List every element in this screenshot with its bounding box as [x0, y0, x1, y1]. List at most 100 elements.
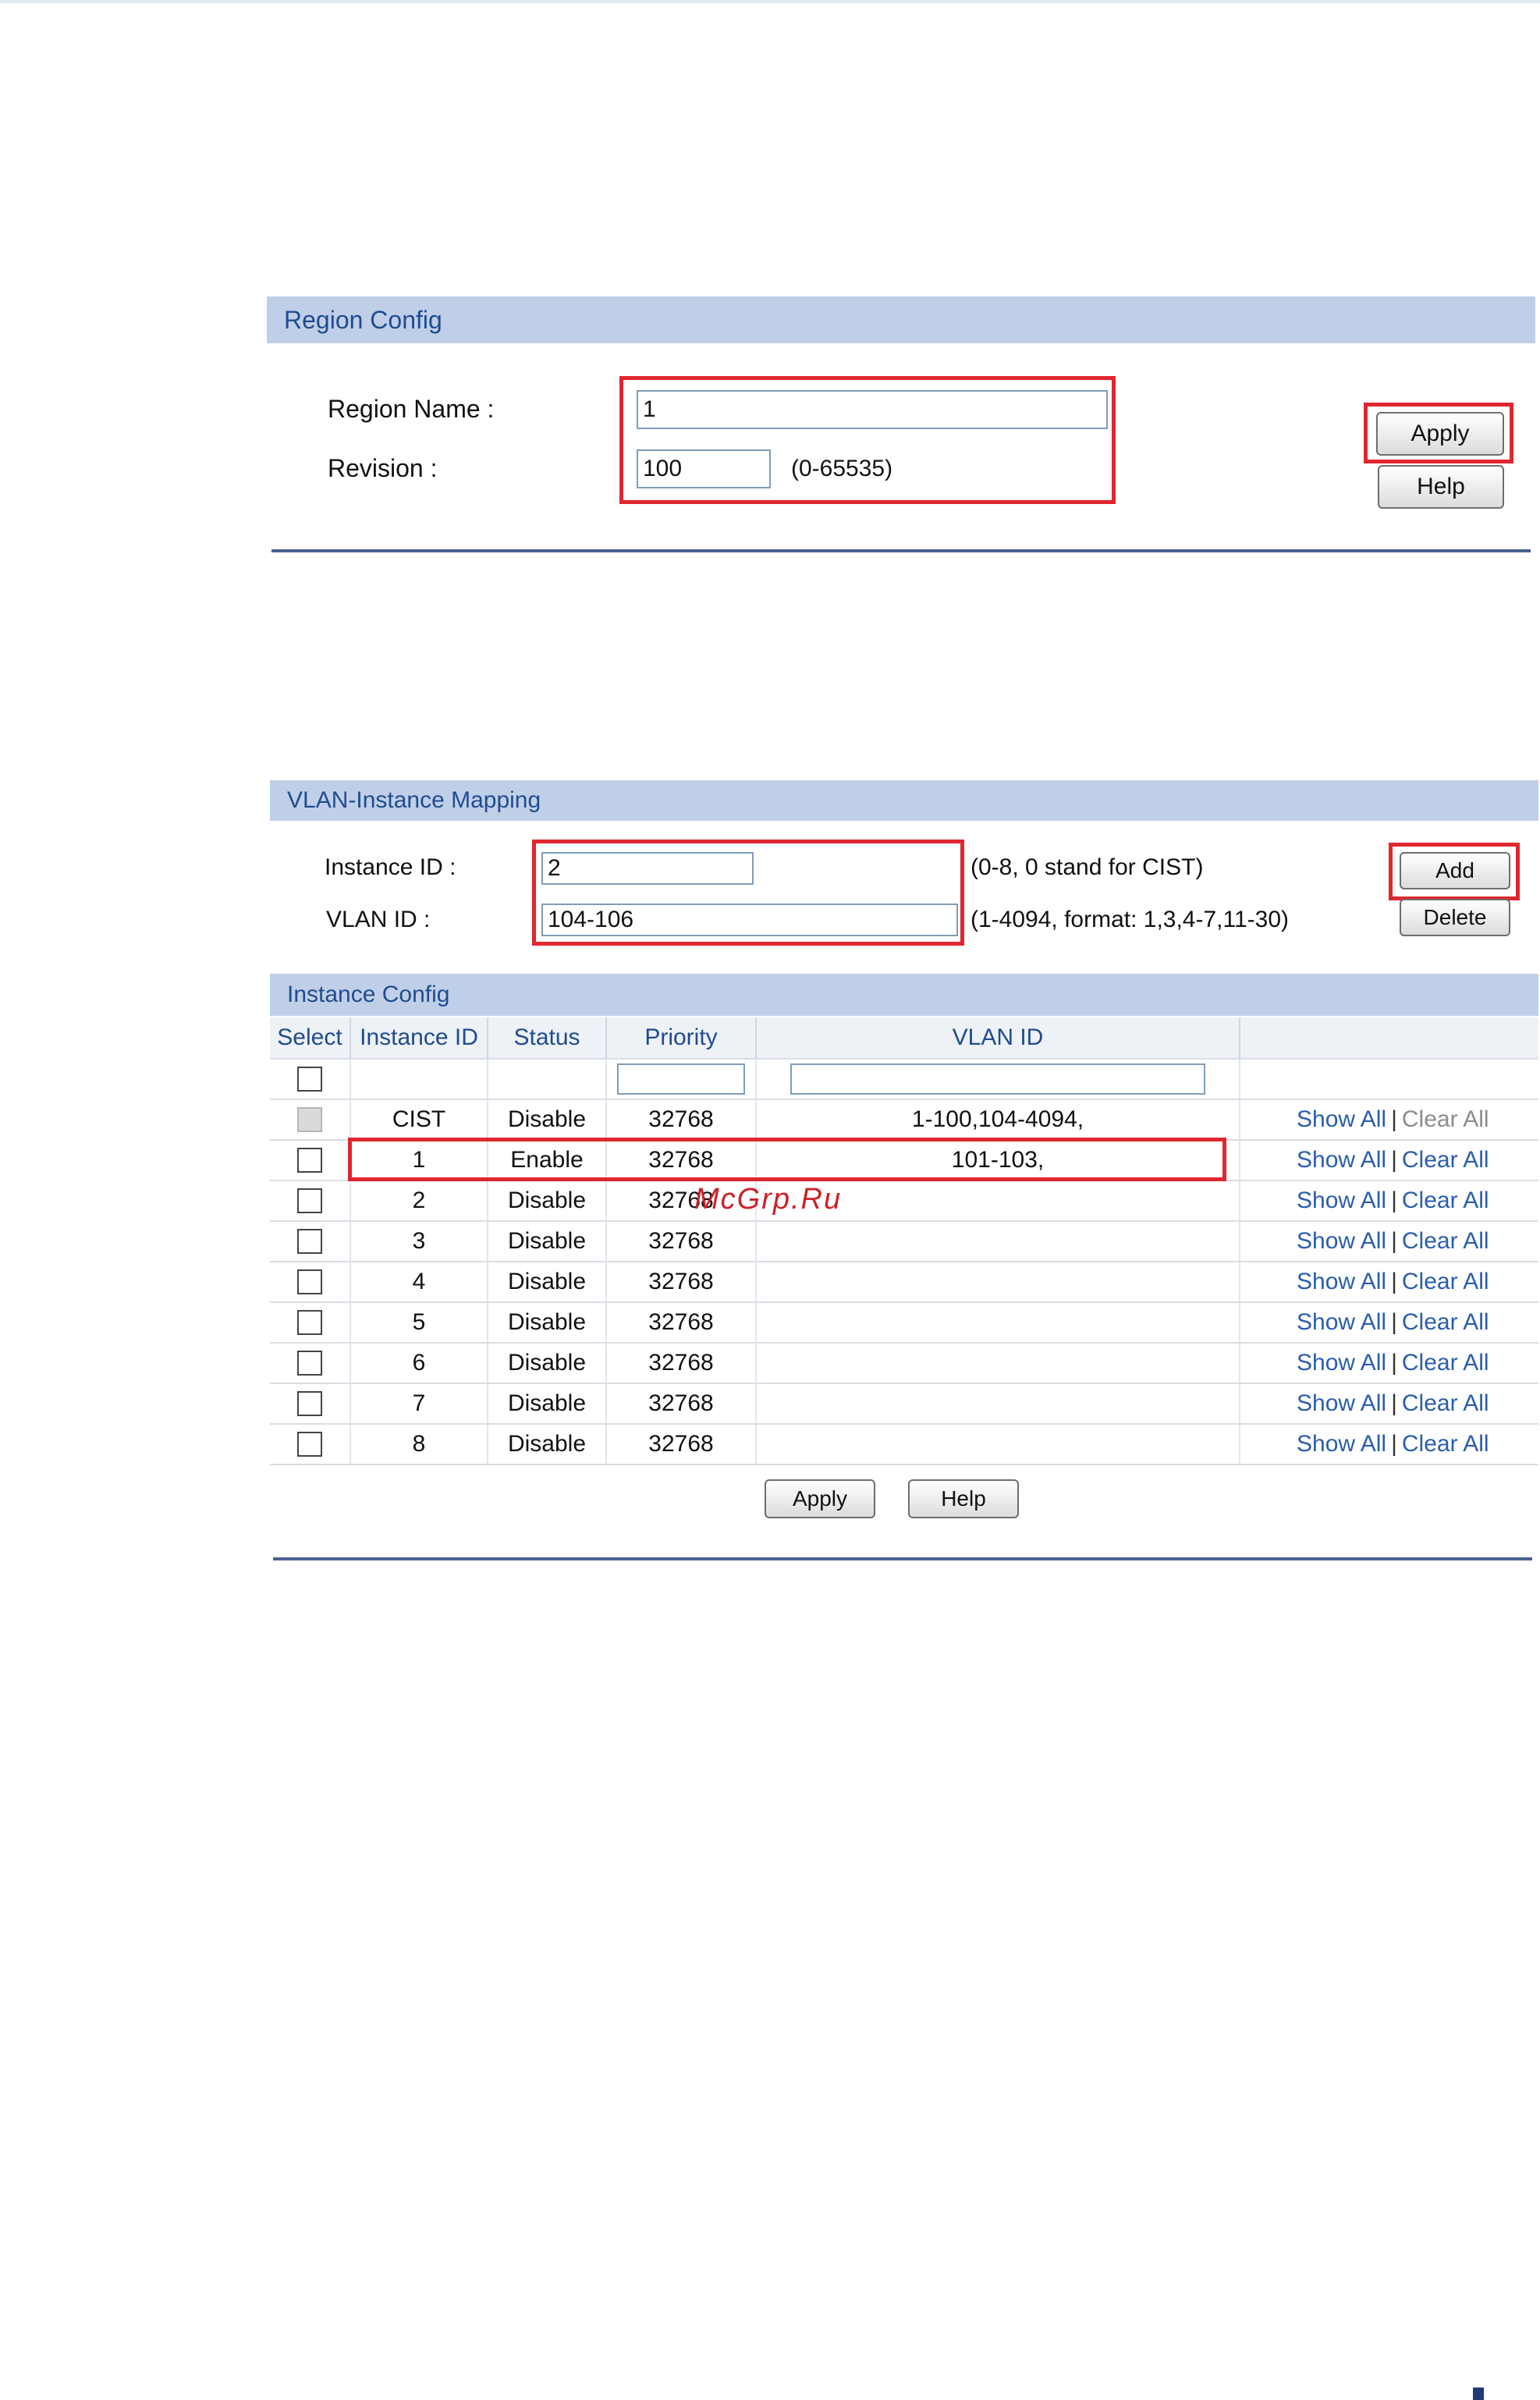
row-select-checkbox[interactable] [297, 1148, 322, 1173]
priority-cell: 32768 [607, 1100, 757, 1139]
delete-button[interactable]: Delete [1400, 899, 1510, 936]
priority-filter-input[interactable] [617, 1063, 745, 1095]
instance-id-cell: 4 [351, 1262, 488, 1301]
actions-cell: Show All | Clear All [1240, 1100, 1538, 1139]
select-cell [270, 1181, 351, 1220]
instance-id-cell: CIST [351, 1100, 488, 1139]
table-row: 2 Disable 32768 Show All | Clear All [270, 1181, 1538, 1222]
select-cell [270, 1222, 351, 1261]
vlan-id-hint: (1-4094, format: 1,3,4-7,11-30) [970, 907, 1289, 932]
actions-cell: Show All | Clear All [1240, 1425, 1538, 1464]
revision-input[interactable] [637, 449, 771, 488]
clear-all-link[interactable]: Clear All [1402, 1390, 1489, 1417]
table-row: 5 Disable 32768 Show All | Clear All [270, 1303, 1538, 1344]
link-separator: | [1391, 1188, 1397, 1213]
vlan-filter-input[interactable] [790, 1063, 1205, 1095]
show-all-link[interactable]: Show All [1297, 1269, 1386, 1295]
show-all-link[interactable]: Show All [1297, 1106, 1386, 1133]
show-all-link[interactable]: Show All [1297, 1431, 1386, 1457]
priority-cell: 32768 [607, 1384, 757, 1423]
row-select-checkbox [297, 1107, 322, 1132]
row-select-checkbox[interactable] [297, 1310, 322, 1335]
region-name-input[interactable] [637, 390, 1108, 429]
link-separator: | [1391, 1309, 1397, 1335]
link-separator: | [1391, 1390, 1397, 1416]
col-header-instance-id: Instance ID [351, 1017, 488, 1058]
select-cell [270, 1425, 351, 1464]
row-select-checkbox[interactable] [297, 1188, 322, 1213]
instance-help-button[interactable]: Help [908, 1479, 1019, 1518]
instance-config-title: Instance Config [287, 982, 450, 1007]
table-row: 3 Disable 32768 Show All | Clear All [270, 1222, 1538, 1262]
status-cell: Disable [488, 1222, 607, 1261]
row-select-checkbox[interactable] [297, 1432, 322, 1457]
link-separator: | [1391, 1431, 1397, 1457]
show-all-link[interactable]: Show All [1297, 1147, 1386, 1173]
table-row: 1 Enable 32768 101-103, Show All | Clear All [270, 1141, 1538, 1181]
clear-all-link[interactable]: Clear All [1402, 1350, 1489, 1376]
instance-apply-button[interactable]: Apply [765, 1479, 875, 1518]
row-select-checkbox[interactable] [297, 1229, 322, 1254]
select-cell [270, 1262, 351, 1301]
link-separator: | [1391, 1228, 1397, 1254]
table-row: 6 Disable 32768 Show All | Clear All [270, 1344, 1538, 1384]
show-all-link[interactable]: Show All [1297, 1390, 1386, 1417]
select-cell [270, 1141, 351, 1180]
instance-config-separator [273, 1557, 1532, 1560]
region-apply-button[interactable]: Apply [1376, 412, 1504, 456]
clear-all-link[interactable]: Clear All [1402, 1147, 1489, 1173]
vlan-id-input[interactable] [541, 904, 958, 936]
region-config-header: Region Config [267, 296, 1535, 343]
row-select-checkbox[interactable] [297, 1269, 322, 1294]
col-header-priority: Priority [607, 1017, 757, 1058]
clear-all-link: Clear All [1401, 1106, 1489, 1132]
status-cell: Enable [488, 1141, 607, 1180]
vlan-id-cell: 1-100,104-4094, [757, 1100, 1240, 1139]
table-filter-row [270, 1060, 1538, 1100]
top-border [0, 0, 1540, 3]
instance-id-cell: 8 [351, 1425, 488, 1464]
priority-cell: 32768 [607, 1425, 757, 1464]
show-all-link[interactable]: Show All [1297, 1228, 1386, 1255]
actions-cell: Show All | Clear All [1240, 1141, 1538, 1180]
show-all-link[interactable]: Show All [1297, 1350, 1386, 1376]
row-select-checkbox[interactable] [297, 1391, 322, 1416]
priority-cell: 32768 [607, 1141, 757, 1180]
show-all-link[interactable]: Show All [1297, 1309, 1386, 1336]
instance-id-cell: 2 [351, 1181, 488, 1220]
instance-id-input[interactable] [541, 852, 754, 885]
clear-all-link[interactable]: Clear All [1402, 1309, 1489, 1336]
vlan-mapping-title: VLAN-Instance Mapping [287, 787, 541, 813]
table-row: 4 Disable 32768 Show All | Clear All [270, 1262, 1538, 1303]
filter-instance-cell [351, 1060, 488, 1099]
status-cell: Disable [488, 1384, 607, 1423]
vlan-id-cell [757, 1303, 1240, 1342]
table-row: 7 Disable 32768 Show All | Clear All [270, 1384, 1538, 1425]
select-cell [270, 1100, 351, 1139]
add-button[interactable]: Add [1400, 852, 1510, 889]
table-row: 8 Disable 32768 Show All | Clear All [270, 1425, 1538, 1465]
actions-cell: Show All | Clear All [1240, 1181, 1538, 1220]
clear-all-link[interactable]: Clear All [1402, 1269, 1489, 1295]
page-corner-mark [1473, 2388, 1484, 2400]
vlan-id-cell [757, 1222, 1240, 1261]
status-cell: Disable [488, 1425, 607, 1464]
region-config-separator [271, 549, 1531, 552]
priority-cell: 32768 [607, 1303, 757, 1342]
status-cell: Disable [488, 1303, 607, 1342]
select-all-checkbox[interactable] [297, 1067, 322, 1092]
clear-all-link[interactable]: Clear All [1402, 1431, 1489, 1457]
link-separator: | [1391, 1350, 1397, 1376]
table-row: CIST Disable 32768 1-100,104-4094, Show All |… [270, 1100, 1538, 1141]
row-select-checkbox[interactable] [297, 1351, 322, 1376]
col-header-status: Status [488, 1017, 607, 1058]
clear-all-link[interactable]: Clear All [1402, 1228, 1489, 1255]
show-all-link[interactable]: Show All [1297, 1188, 1386, 1214]
link-separator: | [1391, 1106, 1397, 1132]
region-help-button[interactable]: Help [1378, 465, 1504, 509]
select-cell [270, 1303, 351, 1342]
filter-vlan-cell [757, 1060, 1240, 1099]
instance-config-header: Instance Config [270, 974, 1538, 1016]
select-cell [270, 1384, 351, 1423]
clear-all-link[interactable]: Clear All [1402, 1188, 1489, 1214]
